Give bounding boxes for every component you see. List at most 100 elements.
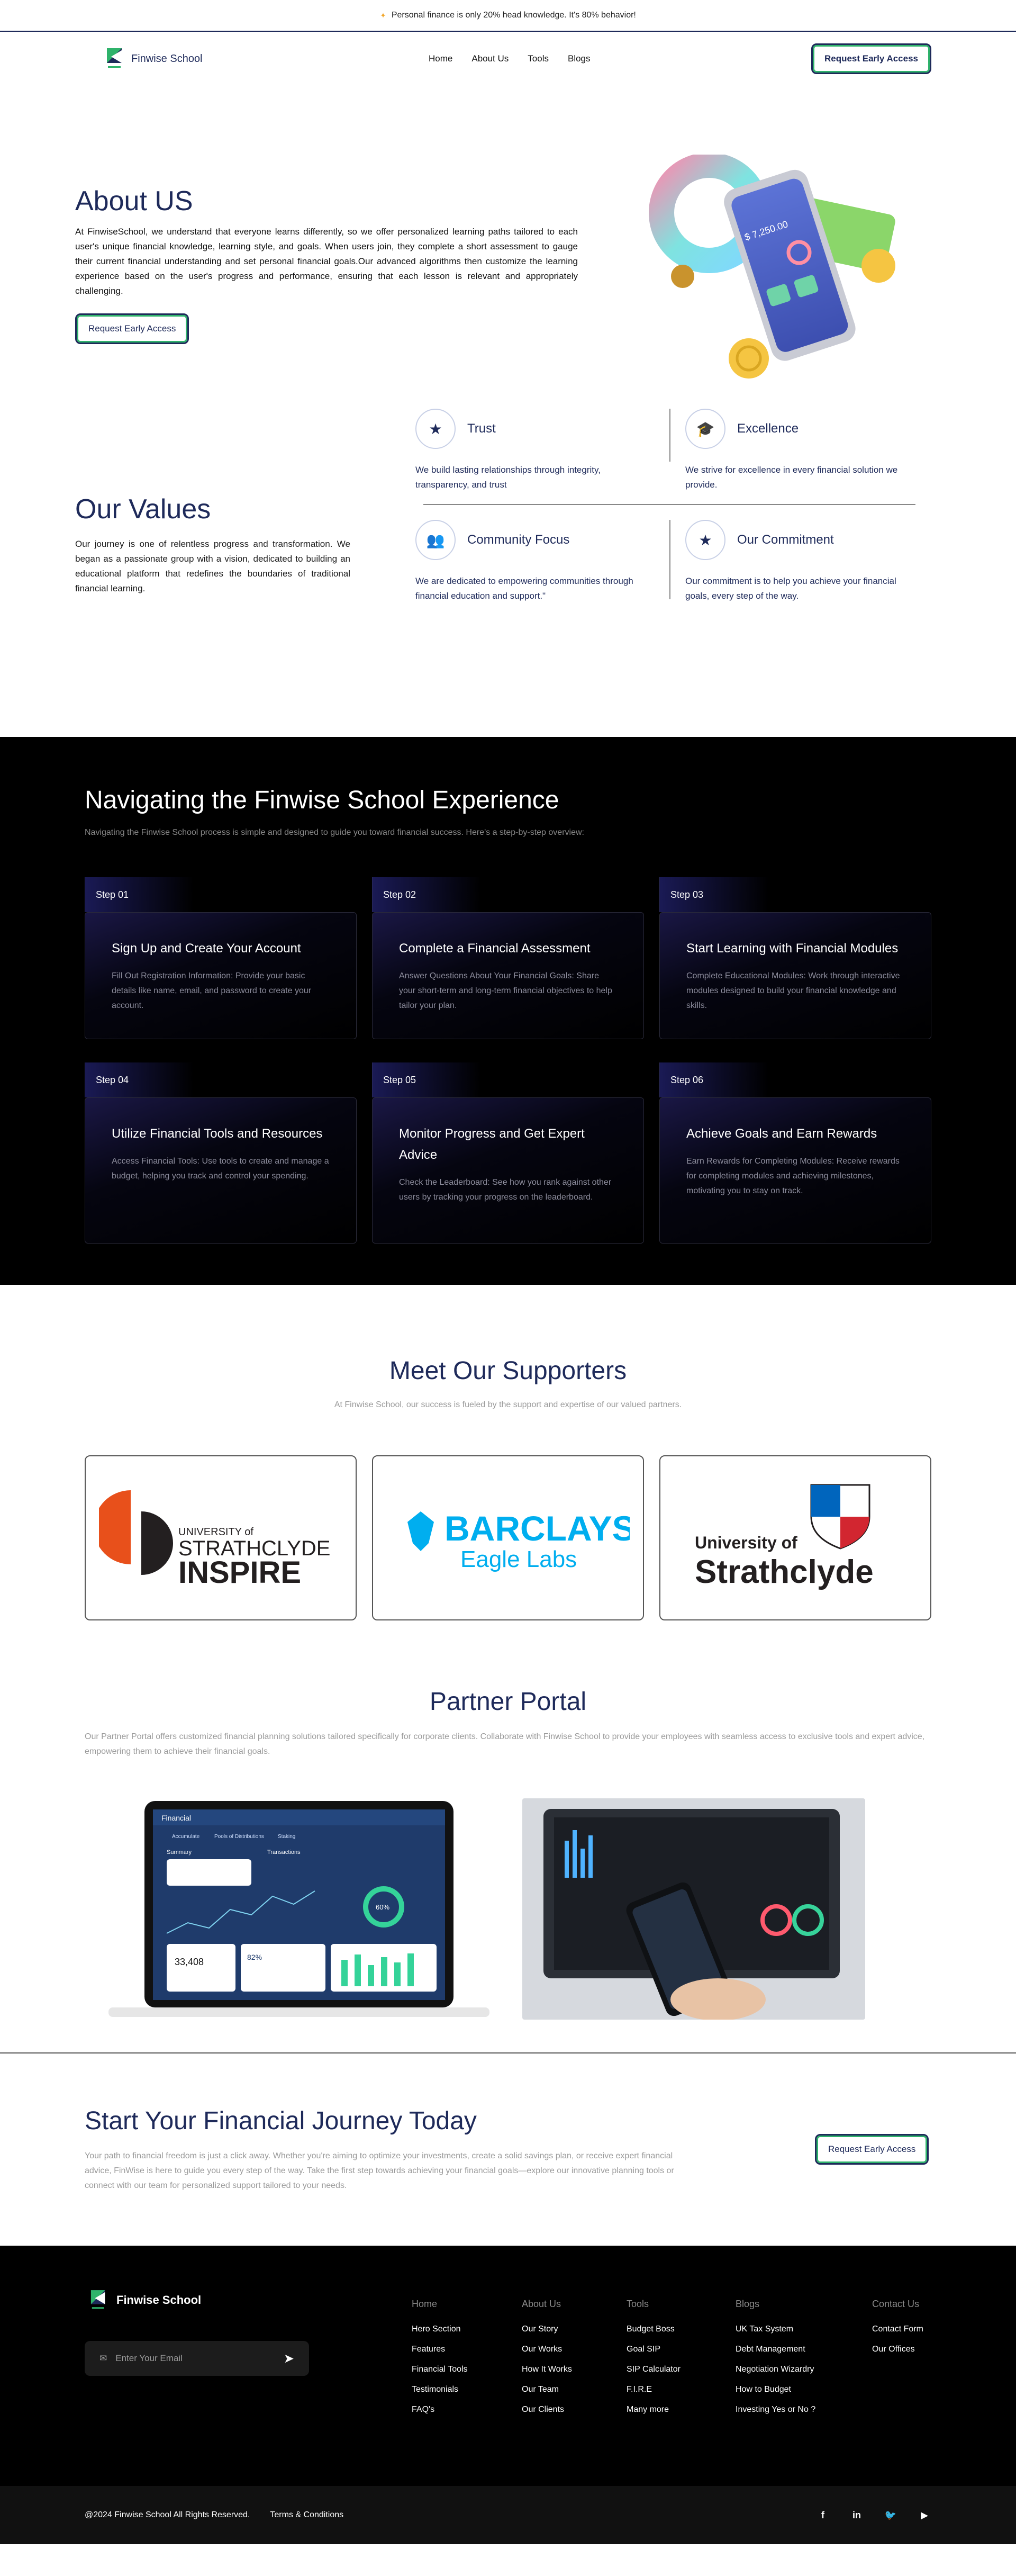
step-title: Complete a Financial Assessment — [399, 941, 591, 956]
svg-text:Accumulate: Accumulate — [172, 1834, 200, 1840]
social-links: f in 🐦 ▶ — [816, 2508, 931, 2522]
divider — [669, 409, 670, 462]
svg-text:Financial: Financial — [161, 1814, 191, 1822]
finwise-logo-icon — [107, 48, 122, 68]
supporters-title: Meet Our Supporters — [389, 1357, 627, 1385]
footer-heading: About Us — [522, 2299, 561, 2309]
footer-link[interactable]: Our Offices — [872, 2345, 923, 2354]
footer-link[interactable]: SIP Calculator — [627, 2365, 681, 2374]
step-title: Monitor Progress and Get Expert Advice — [399, 1127, 585, 1162]
send-icon[interactable]: ➤ — [284, 2351, 294, 2366]
footer-link[interactable]: Goal SIP — [627, 2345, 681, 2354]
values-title: Our Values — [75, 494, 211, 525]
header-request-access-button[interactable]: Request Early Access — [811, 43, 931, 74]
footer-heading: Contact Us — [872, 2299, 920, 2309]
twitter-icon[interactable]: 🐦 — [884, 2508, 897, 2522]
footer-link[interactable]: Financial Tools — [412, 2365, 468, 2374]
value-card-commitment: ★ Our Commitment Our commitment is to he… — [685, 520, 918, 604]
nav-tools[interactable]: Tools — [528, 53, 549, 64]
footer-link[interactable]: F.I.R.E — [627, 2385, 681, 2394]
divider — [423, 504, 915, 505]
step-number: Step 02 — [372, 877, 644, 912]
step-text: Complete Educational Modules: Work throu… — [686, 971, 900, 1010]
footer-logo[interactable]: Finwise School — [90, 2288, 201, 2312]
footer-link[interactable]: Debt Management — [736, 2345, 815, 2354]
svg-text:Pools of Distributions: Pools of Distributions — [214, 1834, 264, 1840]
value-title: Trust — [467, 421, 496, 436]
step-card: Step 04 Utilize Financial Tools and Reso… — [85, 1062, 357, 1244]
about-section: About US At FinwiseSchool, we understand… — [0, 86, 1016, 414]
step-number: Step 01 — [85, 877, 357, 912]
step-text: Fill Out Registration Information: Provi… — [112, 971, 312, 1010]
footer-link[interactable]: How to Budget — [736, 2385, 815, 2394]
youtube-icon[interactable]: ▶ — [918, 2508, 931, 2522]
svg-text:Staking: Staking — [278, 1834, 295, 1840]
footer-link[interactable]: Negotiation Wizardry — [736, 2365, 815, 2374]
values-section: Our Values Our journey is one of relentl… — [0, 409, 1016, 737]
barclays-eagle-labs-logo: BARCLAYS Eagle Labs — [407, 1509, 630, 1572]
footer-link[interactable]: Our Story — [522, 2325, 572, 2334]
footer-link[interactable]: Budget Boss — [627, 2325, 681, 2334]
svg-text:UNIVERSITY of: UNIVERSITY of — [178, 1526, 253, 1538]
step-title: Sign Up and Create Your Account — [112, 941, 301, 956]
linkedin-icon[interactable]: in — [850, 2508, 864, 2522]
footer-link[interactable]: Our Works — [522, 2345, 572, 2354]
footer-link[interactable]: Many more — [627, 2405, 681, 2415]
supporter-logo-strathclyde-inspire[interactable]: UNIVERSITY of STRATHCLYDE INSPIRE — [85, 1455, 357, 1620]
value-title: Excellence — [737, 421, 799, 436]
partner-portal-section: Partner Portal Our Partner Portal offers… — [0, 1687, 1016, 2052]
email-subscribe-field[interactable]: ✉ Enter Your Email ➤ — [85, 2341, 309, 2376]
footer-link[interactable]: UK Tax System — [736, 2325, 815, 2334]
step-text: Answer Questions About Your Financial Go… — [399, 971, 612, 1010]
strathclyde-inspire-logo: UNIVERSITY of STRATHCLYDE INSPIRE — [99, 1490, 330, 1590]
step-card: Step 02 Complete a Financial Assessment … — [372, 877, 644, 1039]
step-text: Earn Rewards for Completing Modules: Rec… — [686, 1157, 900, 1195]
steps-section: Navigating the Finwise School Experience… — [0, 737, 1016, 1285]
svg-text:BARCLAYS: BARCLAYS — [444, 1509, 630, 1548]
nav-about-us[interactable]: About Us — [471, 53, 509, 64]
footer-bottom-bar: @2024 Finwise School All Rights Reserved… — [0, 2486, 1016, 2544]
partner-body: Our Partner Portal offers customized fin… — [85, 1732, 925, 1756]
footer-link[interactable]: How It Works — [522, 2365, 572, 2374]
university-of-strathclyde-logo: University of Strathclyde — [695, 1484, 874, 1590]
value-text: We are dedicated to empowering communiti… — [415, 576, 633, 601]
value-text: We build lasting relationships through i… — [415, 465, 601, 490]
footer-link[interactable]: Our Team — [522, 2385, 572, 2394]
supporter-logo-barclays[interactable]: BARCLAYS Eagle Labs — [372, 1455, 644, 1620]
footer-link[interactable]: Testimonials — [412, 2385, 468, 2394]
finwise-logo-icon — [90, 2290, 105, 2309]
footer-link[interactable]: Contact Form — [872, 2325, 923, 2334]
partner-title: Partner Portal — [429, 1688, 587, 1716]
nav-blogs[interactable]: Blogs — [568, 53, 591, 64]
supporter-logo-university-strathclyde[interactable]: University of Strathclyde — [659, 1455, 931, 1620]
svg-text:University of: University of — [695, 1533, 797, 1552]
svg-text:INSPIRE: INSPIRE — [178, 1555, 301, 1590]
cta-request-access-button[interactable]: Request Early Access — [815, 2134, 929, 2165]
logo[interactable]: Finwise School — [106, 46, 203, 71]
value-title: Our Commitment — [737, 533, 834, 547]
svg-text:Transactions: Transactions — [267, 1849, 301, 1856]
value-text: We strive for excellence in every financ… — [685, 465, 898, 490]
banner-text: Personal finance is only 20% head knowle… — [391, 11, 636, 20]
about-request-access-button[interactable]: Request Early Access — [75, 313, 189, 344]
step-title: Start Learning with Financial Modules — [686, 941, 899, 956]
logo-text: Finwise School — [131, 52, 203, 65]
supporters-subtitle: At Finwise School, our success is fueled… — [334, 1400, 682, 1409]
footer-heading: Home — [412, 2299, 438, 2309]
step-title: Utilize Financial Tools and Resources — [112, 1127, 323, 1141]
laptop-dashboard-image: Financial Accumulate Pools of Distributi… — [108, 1801, 489, 2017]
terms-link[interactable]: Terms & Conditions — [270, 2510, 343, 2520]
svg-text:Summary: Summary — [167, 1849, 192, 1856]
steps-title: Navigating the Finwise School Experience — [85, 786, 559, 814]
footer-link[interactable]: FAQ's — [412, 2405, 468, 2415]
footer-column-contact: Contact Us Contact Form Our Offices — [872, 2299, 923, 2365]
value-text: Our commitment is to help you achieve yo… — [685, 576, 896, 601]
footer-link[interactable]: Our Clients — [522, 2405, 572, 2415]
sparkle-icon: ✦ — [380, 11, 386, 20]
footer-link[interactable]: Hero Section — [412, 2325, 468, 2334]
footer-link[interactable]: Features — [412, 2345, 468, 2354]
nav-home[interactable]: Home — [429, 53, 452, 64]
facebook-icon[interactable]: f — [816, 2508, 830, 2522]
value-title: Community Focus — [467, 533, 570, 547]
footer-link[interactable]: Investing Yes or No ? — [736, 2405, 815, 2415]
